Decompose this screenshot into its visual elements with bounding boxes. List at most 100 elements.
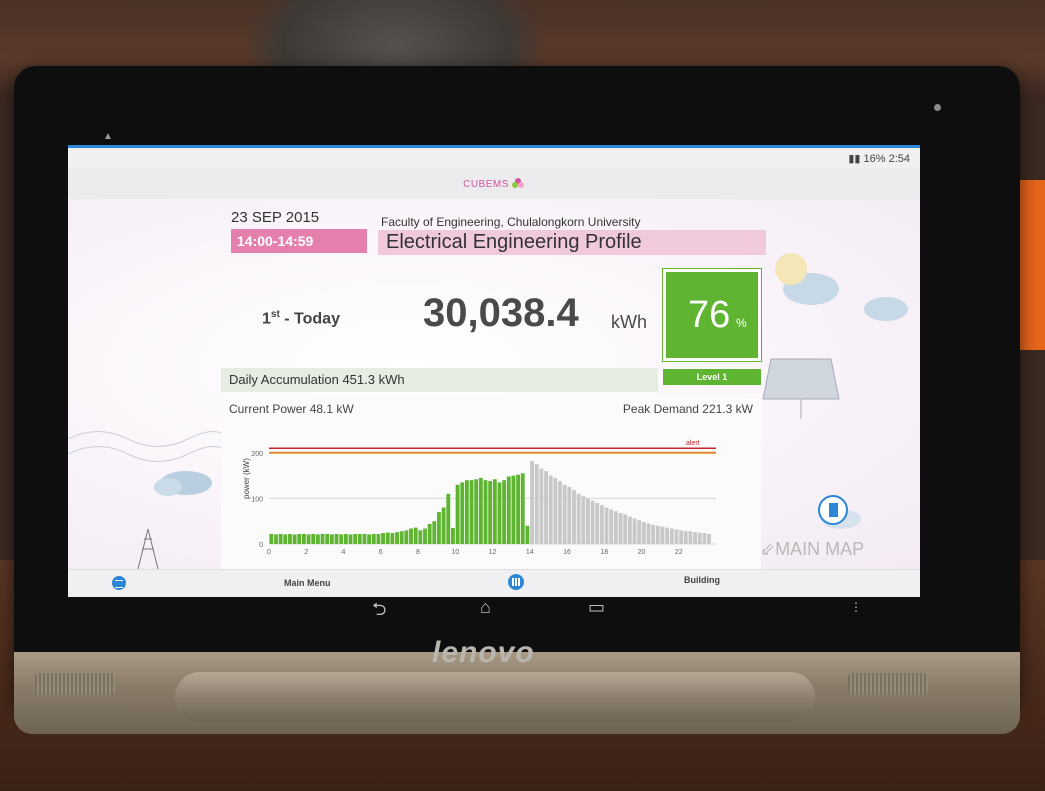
bar	[390, 533, 395, 544]
overflow-icon[interactable]: ⋮	[850, 600, 862, 622]
bar	[478, 477, 483, 544]
rank-label: 1st - Today	[262, 309, 340, 328]
bar	[423, 528, 427, 544]
recent-apps-icon[interactable]: ▭	[588, 597, 605, 619]
x-tick-label: 18	[600, 549, 608, 556]
menu-icon[interactable]	[112, 576, 126, 590]
bar	[362, 533, 367, 544]
bar	[520, 473, 525, 544]
bar	[604, 507, 609, 544]
bar	[371, 533, 376, 544]
x-tick-label: 22	[675, 549, 683, 556]
speaker-right	[848, 673, 928, 695]
bar	[492, 479, 497, 544]
bar	[599, 505, 604, 544]
bar	[385, 532, 390, 544]
bar	[618, 512, 623, 544]
bar	[539, 468, 544, 544]
bar	[660, 526, 665, 544]
screen: ▮▮ 16% 2:54 CUBEMS 23 SEP 2015 14:00-14:…	[68, 145, 920, 597]
status-text: ▮▮ 16% 2:54	[848, 152, 910, 165]
main-map-link[interactable]: ⇙MAIN MAP	[760, 539, 864, 560]
bar	[325, 533, 330, 544]
power-chart-panel: Current Power 48.1 kW Peak Demand 221.3 …	[221, 394, 761, 569]
bar	[320, 533, 325, 544]
bar	[469, 480, 474, 544]
bar	[572, 490, 576, 544]
bar	[348, 534, 353, 544]
camera-icon	[934, 104, 941, 111]
bar	[404, 530, 409, 544]
building-map-icon[interactable]	[818, 495, 848, 525]
bar	[511, 475, 516, 544]
bar	[297, 533, 302, 544]
bar	[669, 528, 674, 544]
bar	[483, 480, 488, 544]
bar	[432, 521, 437, 544]
bar	[581, 496, 586, 544]
y-tick-label: 100	[251, 496, 263, 503]
bar	[544, 471, 548, 544]
bar	[446, 493, 451, 544]
bar	[651, 524, 656, 544]
bar	[646, 523, 651, 544]
main-menu-button[interactable]: Main Menu	[284, 578, 331, 588]
bar	[534, 464, 539, 544]
x-tick-label: 16	[563, 549, 571, 556]
energy-value: 30,038.4	[423, 291, 579, 335]
bar	[632, 518, 637, 544]
x-tick-label: 10	[451, 549, 459, 556]
percent-sign: %	[736, 316, 747, 330]
profile-title-bar: Electrical Engineering Profile	[378, 230, 766, 255]
rank-text: - Today	[284, 310, 340, 328]
bar	[450, 528, 455, 544]
bar	[702, 533, 707, 544]
bar	[674, 529, 679, 544]
bar	[693, 532, 697, 544]
device-brand-logo: lenovo	[432, 636, 535, 669]
bar	[613, 511, 618, 544]
back-icon[interactable]: ⮌	[372, 597, 386, 619]
bar	[595, 502, 600, 544]
bar	[688, 531, 693, 544]
bar	[334, 533, 339, 544]
bar	[437, 512, 441, 544]
bar	[329, 534, 334, 544]
bar	[274, 534, 278, 544]
x-tick-label: 20	[638, 549, 646, 556]
bar	[464, 480, 469, 544]
bar	[292, 534, 297, 544]
peak-demand: Peak Demand 221.3 kW	[622, 402, 753, 416]
bar	[353, 533, 358, 544]
bar	[683, 531, 688, 544]
bar	[381, 533, 386, 544]
bar	[707, 533, 711, 544]
bar	[623, 514, 628, 544]
notification-warning-icon: ▲	[103, 131, 113, 142]
building-button[interactable]: Building	[684, 575, 720, 585]
y-tick-label: 0	[259, 542, 263, 549]
dashboard: 23 SEP 2015 14:00-14:59 Faculty of Engin…	[68, 199, 920, 569]
signal-icon: ▮▮	[848, 153, 861, 165]
status-bar: ▮▮ 16% 2:54	[68, 145, 920, 172]
bar	[306, 534, 311, 544]
bar	[553, 477, 558, 544]
x-tick-label: 4	[342, 549, 346, 556]
grid-icon[interactable]	[508, 574, 524, 590]
bar	[278, 533, 283, 544]
bottom-nav: Main Menu Building	[68, 569, 920, 597]
y-tick-label: 200	[251, 451, 263, 458]
bar	[399, 531, 404, 544]
bar	[586, 498, 590, 544]
bar	[488, 481, 493, 544]
x-tick-label: 12	[489, 549, 497, 556]
home-icon[interactable]: ⌂	[480, 597, 491, 619]
main-map-label[interactable]: MAIN MAP	[775, 539, 864, 559]
background-art-left	[68, 431, 228, 569]
bar	[562, 484, 567, 544]
bar	[409, 528, 413, 544]
bar	[697, 532, 702, 544]
app-logo: CUBEMS	[463, 178, 509, 190]
bar	[641, 522, 646, 544]
time-range: 14:00-14:59	[231, 229, 367, 253]
